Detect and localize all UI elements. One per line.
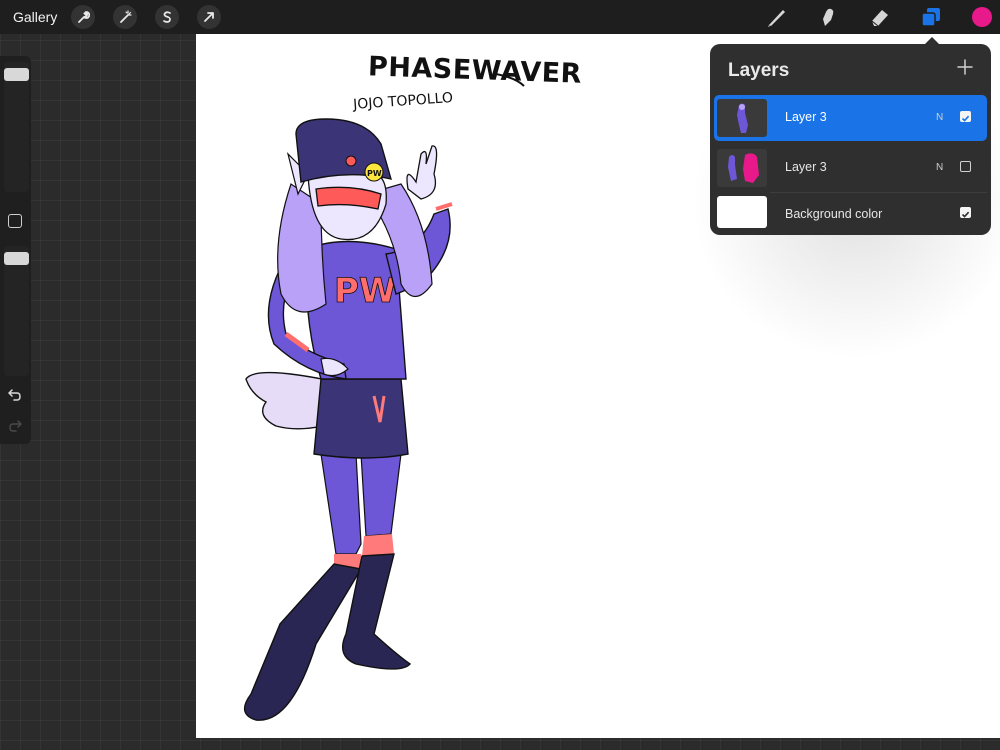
visibility-checkbox[interactable]	[960, 111, 971, 122]
actions-button[interactable]	[71, 5, 95, 29]
opacity-thumb[interactable]	[4, 252, 29, 265]
svg-text:PW: PW	[334, 271, 396, 311]
layers-button[interactable]	[919, 5, 943, 29]
brush-icon	[766, 6, 788, 28]
layer-thumbnail	[717, 99, 767, 137]
top-toolbar: Gallery	[0, 0, 1000, 34]
magic-wand-icon	[118, 10, 132, 24]
background-color-row[interactable]: Background color	[714, 190, 987, 234]
svg-text:PW: PW	[367, 169, 382, 178]
undo-icon[interactable]	[8, 388, 22, 406]
layers-panel: Layers Layer 3 N Layer 3 N Background co…	[710, 44, 991, 235]
layers-title: Layers	[728, 60, 790, 81]
visibility-checkbox[interactable]	[960, 207, 971, 218]
brush-button[interactable]	[765, 5, 789, 29]
layer-name: Background color	[785, 207, 883, 221]
transform-button[interactable]	[197, 5, 221, 29]
color-button[interactable]	[970, 5, 994, 29]
layer-thumbnail	[717, 149, 767, 187]
layer-name: Layer 3	[785, 110, 827, 124]
brush-size-slider[interactable]	[4, 62, 29, 192]
redo-icon[interactable]	[8, 419, 22, 437]
selection-button[interactable]	[155, 5, 179, 29]
eraser-button[interactable]	[868, 5, 892, 29]
transform-arrow-icon	[202, 10, 216, 24]
smudge-button[interactable]	[816, 5, 840, 29]
artwork-title: PHASEWAVER	[368, 51, 583, 89]
opacity-slider[interactable]	[4, 246, 29, 376]
modify-button[interactable]	[8, 214, 22, 228]
eraser-icon	[869, 6, 891, 28]
wrench-icon	[76, 10, 90, 24]
selection-s-icon	[160, 10, 174, 24]
layer-thumbnail	[717, 196, 767, 228]
plus-icon[interactable]	[954, 56, 976, 78]
visibility-checkbox[interactable]	[960, 161, 971, 172]
blend-mode-button[interactable]: N	[936, 162, 943, 173]
brush-size-thumb[interactable]	[4, 68, 29, 81]
left-sidebar	[0, 56, 31, 444]
adjustments-button[interactable]	[113, 5, 137, 29]
blend-mode-button[interactable]: N	[936, 112, 943, 123]
layer-name: Layer 3	[785, 160, 827, 174]
layer-row[interactable]: Layer 3 N	[714, 95, 987, 141]
layers-icon	[920, 6, 942, 28]
layer-row[interactable]: Layer 3 N	[714, 145, 987, 191]
smudge-icon	[817, 6, 839, 28]
artwork-subtitle: JOJO TOPOLLO	[352, 90, 454, 113]
color-swatch	[972, 7, 992, 27]
gallery-button[interactable]: Gallery	[13, 9, 57, 25]
